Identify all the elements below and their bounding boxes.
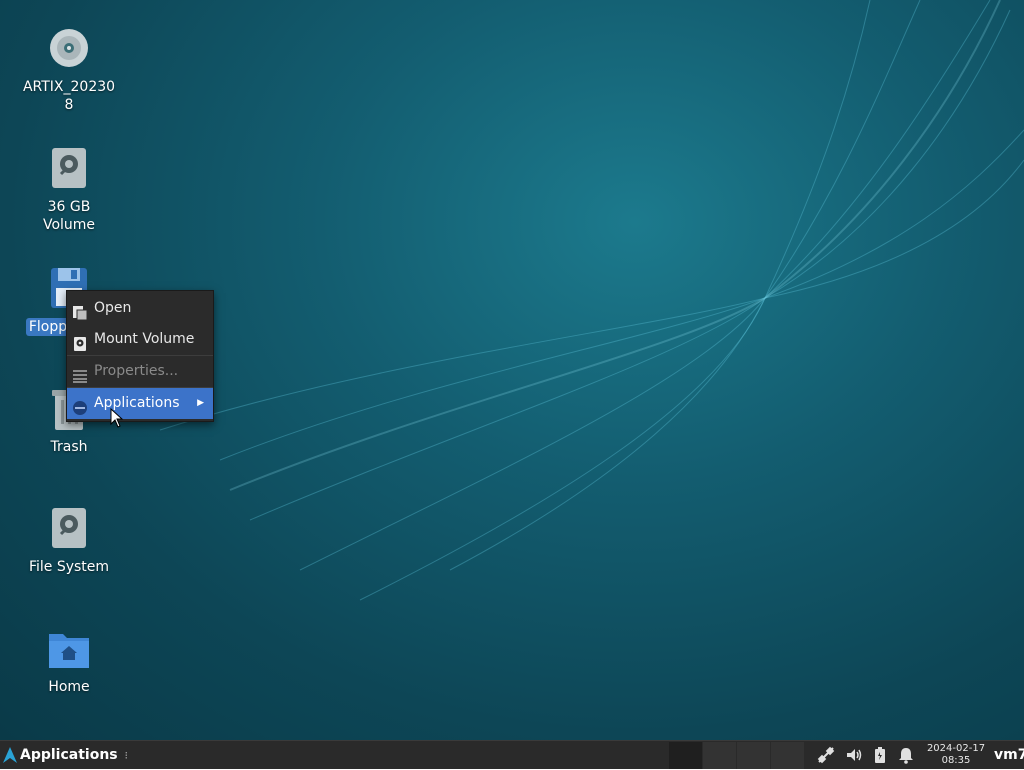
menu-item-properties[interactable]: Properties... <box>67 356 213 387</box>
menu-item-applications[interactable]: Applications ▶ <box>67 388 213 419</box>
submenu-arrow-icon: ▶ <box>197 398 204 408</box>
notification-bell-icon[interactable] <box>897 746 915 764</box>
network-icon[interactable] <box>817 746 835 764</box>
menu-item-open[interactable]: Open <box>67 293 213 324</box>
desktop-icon-label: File System <box>28 559 110 575</box>
workspace-2[interactable] <box>702 742 736 769</box>
user-label[interactable]: vm7 <box>994 741 1024 769</box>
properties-icon <box>73 364 87 383</box>
desktop-icon-label: ARTIX_20230 8 <box>22 79 116 113</box>
desktop-icon-label: Home <box>48 679 90 695</box>
workspace-4[interactable] <box>770 742 804 769</box>
harddisk-icon <box>47 508 91 552</box>
desktop-icon-label: Flopp <box>25 318 71 336</box>
workspace-1[interactable] <box>668 742 702 769</box>
desktop-icon-label: 36 GB Volume <box>42 199 96 233</box>
taskbar: Applications ⁝ 2024-02-17 08:35 vm7 <box>0 740 1024 769</box>
desktop-icon-home[interactable]: Home <box>14 628 124 696</box>
workspace-3[interactable] <box>736 742 770 769</box>
clock-time: 08:35 <box>941 755 971 766</box>
harddisk-icon <box>47 148 91 192</box>
applications-menu-button[interactable]: Applications ⁝ <box>0 741 136 769</box>
optical-disc-icon <box>47 28 91 72</box>
volume-icon[interactable] <box>845 746 863 764</box>
menu-item-mount-volume[interactable]: Mount Volume <box>67 324 213 355</box>
applications-icon <box>73 396 87 415</box>
desktop-icon-file-system[interactable]: File System <box>14 508 124 576</box>
clock-date: 2024-02-17 <box>926 743 986 754</box>
context-menu: Open Mount Volume Properties... Applicat… <box>66 290 214 422</box>
clock[interactable]: 2024-02-17 08:35 <box>924 743 988 767</box>
desktop-icon-artix-disc[interactable]: ARTIX_20230 8 <box>14 28 124 114</box>
battery-icon[interactable] <box>871 746 889 764</box>
desktop[interactable]: ARTIX_20230 8 36 GB Volume Flopp Trash F… <box>0 0 1024 740</box>
desktop-icon-label: Trash <box>50 439 88 455</box>
menu-handle-icon: ⁝ <box>124 749 129 762</box>
drive-icon <box>73 332 87 351</box>
mouse-cursor-icon <box>110 408 124 428</box>
open-icon <box>73 301 88 321</box>
home-folder-icon <box>47 628 91 672</box>
desktop-icon-36gb-volume[interactable]: 36 GB Volume <box>14 148 124 234</box>
artix-logo-icon <box>3 747 17 763</box>
